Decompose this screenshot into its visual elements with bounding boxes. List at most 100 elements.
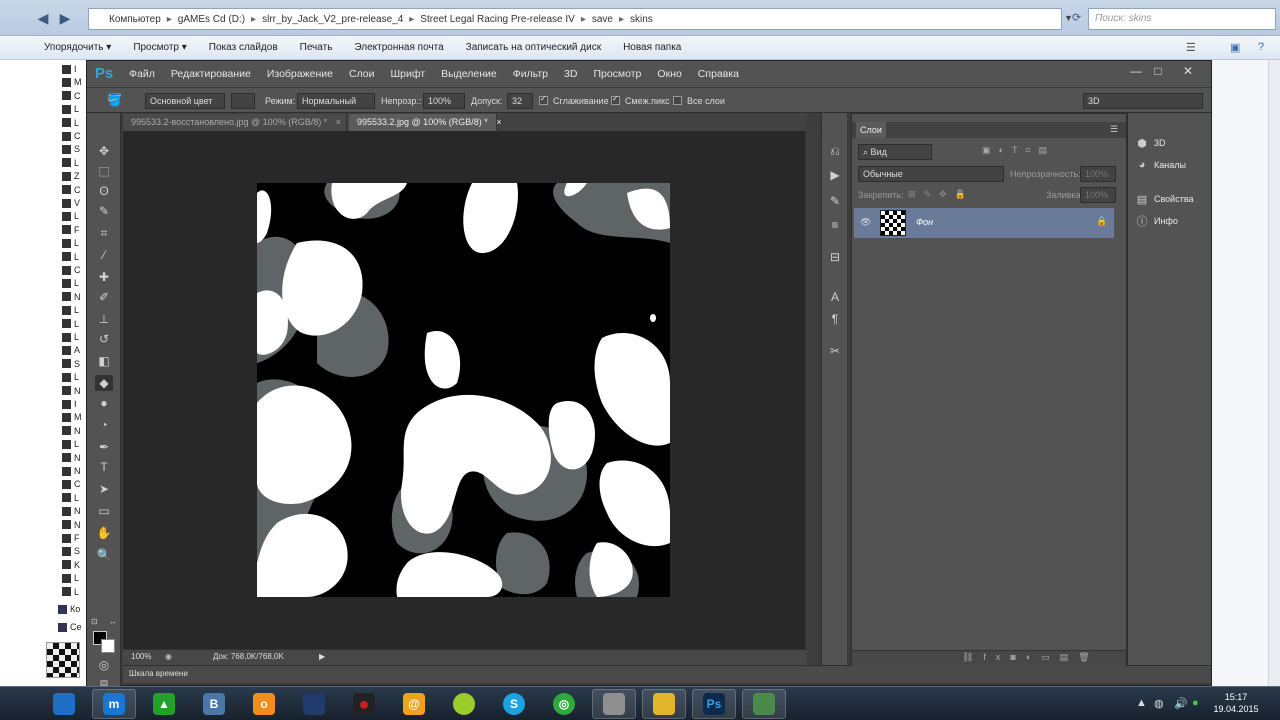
burn-button[interactable]: Записать на оптический диск [455, 42, 612, 53]
refresh-icon[interactable]: ⟳ [1072, 11, 1081, 24]
path-select-icon[interactable]: ➤ [95, 481, 113, 497]
crop-tool-icon[interactable]: ⌗ [95, 225, 113, 241]
filter-type-icons[interactable]: ▣◐T⌗▤ [982, 145, 1055, 156]
actions-play-icon[interactable]: ▶ [826, 167, 844, 183]
nav-tree-item[interactable]: S [62, 142, 86, 156]
nav-tree-item[interactable]: L [62, 102, 86, 116]
nav-tree-item[interactable]: S [62, 544, 86, 558]
nav-tree-item[interactable]: N [62, 504, 86, 518]
nav-tree-item[interactable]: L [62, 585, 86, 599]
nav-tree-item[interactable]: I [62, 397, 86, 411]
blend-mode-dropdown[interactable]: Обычные [858, 166, 1004, 182]
taskbar-app-mail[interactable]: @ [392, 689, 436, 719]
slideshow-button[interactable]: Показ слайдов [198, 42, 289, 53]
close-tab-icon[interactable]: × [496, 117, 501, 127]
breadcrumb-item[interactable]: slrr_by_Jack_V2_pre-release_4 [262, 14, 403, 25]
breadcrumb-item[interactable]: gAMEs Cd (D:) [178, 14, 245, 25]
stamp-tool-icon[interactable]: ⊥ [95, 311, 113, 327]
taskbar-app-record[interactable]: ● [342, 689, 386, 719]
layer-row-background[interactable]: 👁 Фон 🔒 [854, 208, 1114, 238]
history-icon[interactable]: ⎌ [826, 143, 844, 159]
nav-tree-item[interactable]: N [62, 424, 86, 438]
nav-item-network[interactable]: Се [58, 622, 82, 632]
nav-tree-item[interactable]: L [62, 370, 86, 384]
nav-tree-item[interactable]: L [62, 437, 86, 451]
default-colors-icon[interactable]: ⊡ [91, 617, 98, 626]
tray-expand-icon[interactable]: ▲ [1136, 697, 1147, 709]
tray-volume-icon[interactable]: 🔊 [1174, 697, 1188, 710]
nav-tree-item[interactable]: N [62, 451, 86, 465]
nav-tree-item[interactable]: F [62, 531, 86, 545]
opacity-input[interactable]: 100% [423, 93, 465, 109]
address-breadcrumb[interactable]: Компьютер ▸ gAMEs Cd (D:) ▸ slrr_by_Jack_V… [88, 8, 1062, 30]
hand-tool-icon[interactable]: ✋ [95, 525, 113, 541]
nav-tree-item[interactable]: F [62, 223, 86, 237]
nav-tree-item[interactable]: L [62, 491, 86, 505]
preview-pane-icon[interactable]: ▣ [1230, 41, 1240, 54]
menu-view[interactable]: Просмотр [585, 68, 649, 80]
nav-tree-item[interactable]: K [62, 558, 86, 572]
layer-filter-dropdown[interactable]: ⌕ Вид [858, 144, 932, 160]
nav-tree-item[interactable]: N [62, 518, 86, 532]
tray-network-icon[interactable]: ◍ [1154, 697, 1164, 710]
adjust-icon[interactable]: ≡ [826, 217, 844, 233]
taskbar-app-photoshop[interactable]: Ps [692, 689, 736, 719]
taskbar-app-ok[interactable]: о [242, 689, 286, 719]
nav-tree-item[interactable]: L [62, 209, 86, 223]
menu-filter[interactable]: Фильтр [505, 68, 556, 80]
taskbar-app-skype[interactable]: S [492, 689, 536, 719]
quick-mask-icon[interactable]: ◎ [95, 657, 113, 673]
history-brush-icon[interactable]: ↺ [95, 331, 113, 347]
nav-tree-item[interactable]: I [62, 62, 86, 76]
nav-tree-item[interactable]: L [62, 236, 86, 250]
eraser-tool-icon[interactable]: ◧ [95, 353, 113, 369]
nav-tree-item[interactable]: Z [62, 169, 86, 183]
nav-tree-item[interactable]: L [62, 330, 86, 344]
taskbar-app-windows-explorer[interactable] [42, 689, 86, 719]
workspace-dropdown[interactable]: 3D [1083, 93, 1203, 109]
paint-bucket-icon[interactable]: 🪣 [107, 93, 122, 107]
antialias-checkbox[interactable] [539, 94, 548, 105]
panel-menu-icon[interactable]: ☰ [1110, 124, 1118, 135]
menu-window[interactable]: Окно [649, 68, 689, 80]
taskbar-clock[interactable]: 15:17 19.04.2015 [1212, 691, 1260, 715]
tray-status-icon[interactable]: ● [1192, 697, 1199, 709]
nav-tree-item[interactable]: C [62, 129, 86, 143]
search-input[interactable]: Поиск: skins [1088, 8, 1276, 30]
all-layers-checkbox[interactable] [673, 96, 682, 105]
zoom-tool-icon[interactable]: 🔍 [95, 547, 113, 563]
panel-channels[interactable]: ◕ Каналы [1136, 157, 1186, 173]
nav-tree-item[interactable]: L [62, 250, 86, 264]
contiguous-checkbox[interactable] [611, 94, 620, 105]
canvas-scrollbar[interactable] [805, 131, 817, 665]
fill-source-dropdown[interactable]: Основной цвет [145, 93, 225, 109]
panel-info[interactable]: ⓘ Инфо [1136, 213, 1178, 229]
panel-3d[interactable]: ⬢ 3D [1136, 135, 1165, 151]
paint-bucket-tool-icon[interactable]: ◆ [95, 375, 113, 391]
menu-edit[interactable]: Редактирование [163, 68, 259, 80]
doc-tab-2[interactable]: 995533.2.jpg @ 100% (RGB/8) * × [349, 114, 502, 131]
nav-tree-item[interactable]: L [62, 276, 86, 290]
nav-tree-item[interactable]: L [62, 116, 86, 130]
close-button[interactable]: ✕ [1175, 64, 1201, 78]
layer-name[interactable]: Фон [916, 217, 933, 227]
layer-opacity-input[interactable]: 100% [1080, 166, 1116, 182]
menu-3d[interactable]: 3D [556, 68, 585, 80]
print-button[interactable]: Печать [289, 42, 344, 53]
back-icon[interactable]: ◀ [34, 9, 52, 27]
nav-tree-item[interactable]: L [62, 156, 86, 170]
brush-presets-icon[interactable]: ✎ [826, 193, 844, 209]
pen-tool-icon[interactable]: ✒ [95, 439, 113, 455]
explorer-scrollbar[interactable] [1268, 60, 1280, 686]
breadcrumb-item[interactable]: save [592, 14, 613, 25]
nav-tree-item[interactable]: C [62, 89, 86, 103]
taskbar-app-maxthon[interactable]: m [92, 689, 136, 719]
breadcrumb-item[interactable]: skins [630, 14, 653, 25]
nav-tree-item[interactable]: L [62, 571, 86, 585]
taskbar-app-terminal[interactable] [742, 689, 786, 719]
forward-icon[interactable]: ▶ [56, 9, 74, 27]
panel-properties[interactable]: ▤ Свойства [1136, 191, 1194, 207]
tool-presets-icon[interactable]: ⊟ [826, 249, 844, 265]
tolerance-input[interactable]: 32 [507, 93, 533, 109]
lasso-tool-icon[interactable]: ʘ [95, 183, 113, 199]
